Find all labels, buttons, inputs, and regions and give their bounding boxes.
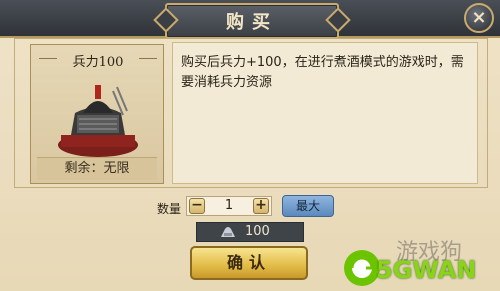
quantity-stepper: − 1 + <box>186 196 272 216</box>
cost-display: 100 <box>196 222 304 242</box>
purchase-dialog: 购买 × 兵力100 剩余：无限 购买后兵力+100，在进行煮酒模式的游戏时，需… <box>0 0 500 291</box>
remaining-label: 剩余：无限 <box>37 157 157 180</box>
troop-armor-icon <box>58 85 138 157</box>
close-icon: × <box>471 7 487 28</box>
minus-icon: − <box>191 197 203 213</box>
item-description: 购买后兵力+100，在进行煮酒模式的游戏时，需要消耗兵力资源 <box>172 42 478 184</box>
watermark-brand: 5GWAN <box>376 256 477 284</box>
cost-value: 100 <box>245 224 270 239</box>
increase-button[interactable]: + <box>253 198 269 214</box>
decrease-button[interactable]: − <box>189 198 205 214</box>
quantity-value[interactable]: 1 <box>209 198 249 213</box>
item-card: 兵力100 剩余：无限 <box>30 44 164 184</box>
close-button[interactable]: × <box>464 3 494 33</box>
dialog-title: 购买 <box>226 12 278 33</box>
confirm-button[interactable]: 确认 <box>190 246 308 280</box>
max-button[interactable]: 最大 <box>282 195 334 217</box>
item-name: 兵力100 <box>31 51 165 70</box>
troop-icon <box>221 227 235 237</box>
plus-icon: + <box>255 197 267 213</box>
title-plaque: 购买 <box>165 3 339 39</box>
dialog-header: 购买 × <box>0 0 500 39</box>
quantity-label: 数量 <box>157 202 182 216</box>
